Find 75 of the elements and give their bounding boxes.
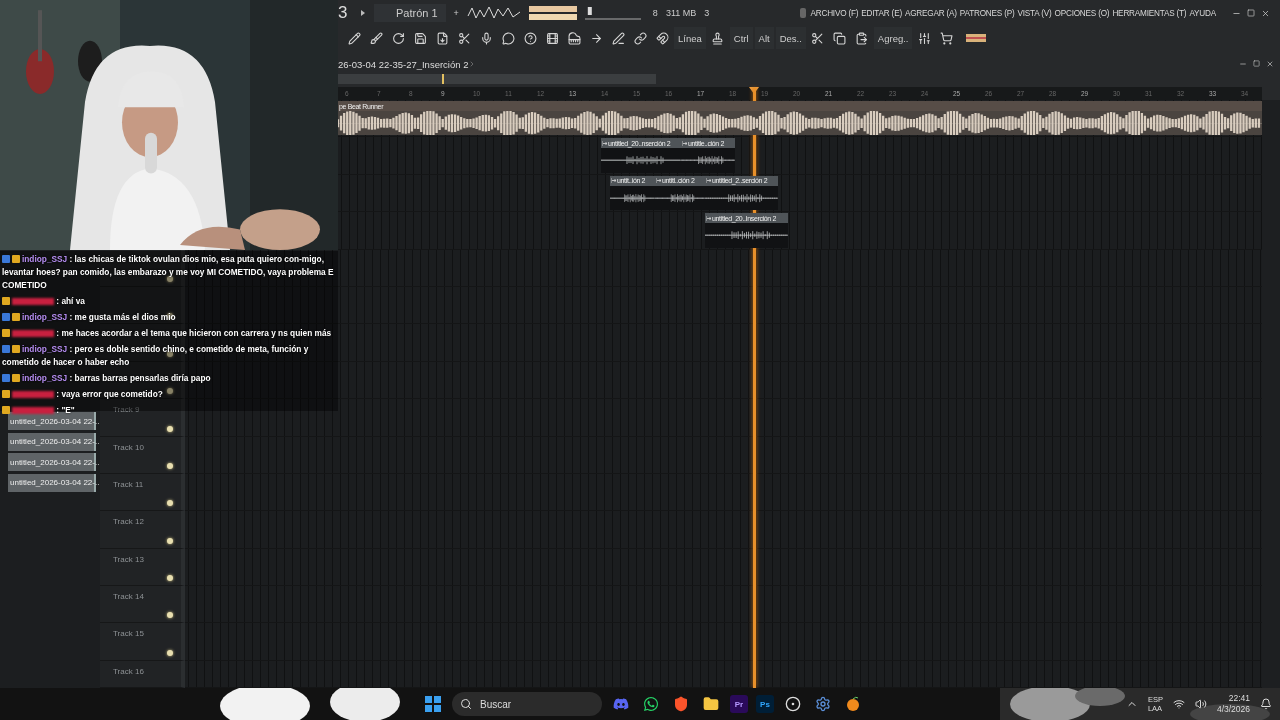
cylinder-icon: [799, 7, 808, 20]
windows-start-icon[interactable]: [422, 693, 444, 715]
arrow-icon: [706, 215, 711, 221]
track-header[interactable]: Track 12: [100, 511, 185, 549]
play-arrow-icon: [360, 9, 366, 18]
playlist-title: 26-03-04 22-35-27_Inserción 2: [338, 58, 469, 70]
track-header[interactable]: Track 10: [100, 436, 185, 474]
track-name: Track 10: [113, 442, 144, 452]
menu-item[interactable]: AYUDA: [1189, 8, 1216, 18]
close-icon[interactable]: [1261, 8, 1270, 18]
arrow-icon: [602, 140, 607, 146]
track-header[interactable]: Track 15: [100, 623, 185, 661]
overview-scrollbar[interactable]: [338, 74, 656, 84]
level-meter: [528, 5, 577, 22]
arrow-icon: [706, 178, 711, 184]
track-led[interactable]: [167, 612, 173, 619]
track-led[interactable]: [167, 462, 173, 469]
cpu-value: 8: [652, 8, 658, 19]
pattern-number: 3: [338, 3, 349, 24]
modifier-key[interactable]: Des..: [775, 27, 806, 50]
track-name: Track 13: [113, 554, 144, 564]
arrow-icon: [611, 178, 616, 184]
chat-message: : vaya error que cometido?: [2, 388, 336, 401]
chat-message: indiop_SSJ : barras barras pensarlas diría papo: [2, 372, 336, 385]
track-name: Track 12: [113, 517, 144, 527]
notification-icon[interactable]: [1260, 698, 1272, 710]
restore-icon[interactable]: [1247, 8, 1255, 17]
network-icon[interactable]: [1172, 698, 1185, 710]
menu-item[interactable]: OPCIONES (O): [1054, 8, 1110, 18]
snap-dropdown[interactable]: Línea: [674, 27, 706, 50]
track-header[interactable]: Track 14: [100, 586, 185, 624]
chat-message: indiop_SSJ : las chicas de tiktok ovulan dios mio, esa puta quiero con-migo, levantar hoes? pan comido, las embarazo y me voy MI COMETIDO, vaya problema E COMETIDO: [2, 253, 335, 292]
color-swatch-icon: [966, 34, 987, 43]
memory-reading: 311 MB: [665, 8, 697, 19]
track-header[interactable]: Track 16: [100, 660, 185, 688]
premiere-icon[interactable]: Pr: [730, 695, 748, 713]
playhead-marker[interactable]: [749, 87, 759, 95]
track-led[interactable]: [167, 537, 173, 544]
chat-message: : ahí va: [2, 295, 336, 308]
add-button[interactable]: Agreg..: [873, 27, 913, 50]
menu-item[interactable]: PATRONES (P): [959, 8, 1015, 18]
modifier-key[interactable]: Ctrl: [729, 27, 753, 50]
arrow-icon: [682, 140, 687, 146]
menu-item[interactable]: VISTA (V): [1017, 8, 1052, 18]
track-led[interactable]: [167, 575, 173, 582]
search-field[interactable]: Buscar: [452, 692, 602, 716]
track-name: Track 11: [113, 479, 144, 489]
track-led[interactable]: [167, 425, 173, 432]
chat-message: indiop_SSJ : me gusta más el dios mio: [2, 311, 336, 324]
menu-item[interactable]: AGREGAR (A): [904, 8, 957, 18]
track-name: Track 15: [113, 629, 144, 639]
chat-message: indiop_SSJ : pero es doble sentido chino, e cometido de meta, función y cometido de hacer o haber echo: [2, 343, 310, 369]
menu-item[interactable]: ARCHIVO (F): [810, 8, 859, 18]
arrow-icon: [656, 178, 661, 184]
pattern-selector[interactable]: Patrón 1: [374, 4, 446, 23]
track-led[interactable]: [167, 649, 173, 656]
track-name: Track 9: [113, 405, 140, 415]
menu-item[interactable]: EDITAR (E): [861, 8, 902, 18]
track-name: Track 14: [113, 592, 144, 602]
volume-icon[interactable]: [1194, 698, 1207, 710]
modifier-key[interactable]: Alt: [754, 27, 774, 50]
chat-message: : me haces acordar a el tema que hicieron con carrera y ns quien más: [2, 327, 336, 340]
track-name: Track 16: [113, 666, 144, 676]
track-header[interactable]: Track 13: [100, 548, 185, 587]
maximize-icon[interactable]: [1253, 60, 1260, 68]
photoshop-icon[interactable]: Ps: [756, 695, 774, 713]
track-header[interactable]: Track 11: [100, 473, 185, 512]
add-pattern-button[interactable]: +: [453, 8, 459, 19]
menu-item[interactable]: HERRAMIENTAS (T): [1112, 8, 1187, 18]
clock[interactable]: 22:41 4/3/2026: [1216, 693, 1250, 715]
track-led[interactable]: [167, 500, 173, 507]
track-led[interactable]: [167, 388, 173, 395]
close-icon[interactable]: [1266, 60, 1274, 69]
polyphony-reading: 3: [704, 8, 710, 19]
search-icon: [460, 698, 472, 710]
